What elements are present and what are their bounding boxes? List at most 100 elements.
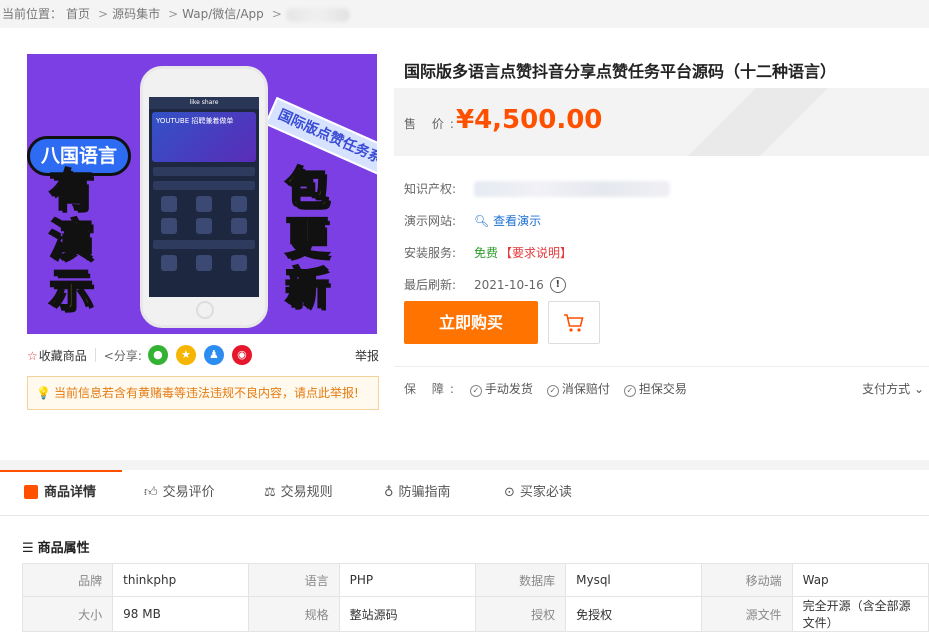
properties-table: 品牌 thinkphp 语言 PHP 数据库 Mysql 移动端 Wap 大小 … (21, 563, 929, 632)
prop-value: Wap (791, 563, 929, 597)
refresh-date: 2021-10-16 (474, 278, 544, 292)
wechat-icon[interactable]: ● (147, 345, 168, 365)
app-icons (152, 218, 256, 234)
attr-ip: 知识产权: (404, 173, 670, 205)
attr-demo-label: 演示网站: (404, 214, 457, 228)
prop-key: 大小 (21, 596, 114, 632)
promo-text-left: 有演示 (48, 165, 94, 317)
attr-demo: 演示网站: 🔍︎ 查看演示 (404, 205, 670, 237)
price-label: 售 价: (404, 117, 460, 131)
attr-ip-label: 知识产权: (404, 182, 457, 196)
attr-install-label: 安装服务: (404, 246, 457, 260)
chevron-down-icon: ⌄ (913, 382, 924, 396)
add-to-cart-button[interactable] (548, 301, 600, 344)
divider (394, 366, 929, 367)
buy-now-button[interactable]: 立即购买 (404, 301, 538, 344)
tab-rules[interactable]: ⚖ 交易规则 (264, 470, 333, 516)
tab-buyer-notice[interactable]: ⊙ 买家必读 (504, 470, 572, 516)
prop-value: PHP (338, 563, 476, 597)
lightbulb-icon: 💡 (36, 386, 51, 400)
prop-value: 98 MB (112, 596, 250, 632)
list-search-icon: ☰ (22, 541, 34, 556)
share-icon: < (103, 348, 114, 363)
breadcrumb-category[interactable]: 源码集市 (112, 7, 160, 21)
breadcrumb-separator: > (168, 7, 179, 21)
properties-title: ☰ 商品属性 (22, 541, 90, 556)
app-icons (152, 196, 256, 212)
breadcrumb: 当前位置： 首页 > 源码集市 > Wap/微信/App > (0, 0, 929, 28)
price-value: ¥4,500.00 (456, 105, 603, 135)
breadcrumb-current-blurred (285, 7, 350, 22)
prop-value: 完全开源（含全部源文件） (791, 596, 929, 632)
breadcrumb-separator: > (271, 7, 282, 21)
thumbs-up-icon: 👍︎ (144, 485, 158, 500)
app-banner: YOUTUBE 招聘兼着做单 (152, 112, 256, 162)
attr-ip-blurred (474, 181, 670, 197)
prop-key: 源文件 (701, 596, 793, 632)
table-row: 大小 98 MB 规格 整站源码 授权 免授权 源文件 完全开源（含全部源文件） (21, 596, 929, 632)
detail-tabs: 商品详情 👍︎ 交易评价 ⚖ 交易规则 ♁ 防骗指南 ⊙ 买家必读 (0, 470, 929, 516)
guarantee-item: ✓ 手动发货 (469, 380, 533, 397)
favorite-label: 收藏商品 (38, 348, 87, 363)
info-icon[interactable]: ! (549, 277, 566, 293)
breadcrumb-prefix: 当前位置： (2, 7, 63, 21)
guarantee-item: ✓ 担保交易 (623, 380, 687, 397)
prop-key: 数据库 (474, 563, 567, 597)
qzone-star-icon[interactable]: ★ (175, 345, 196, 365)
demo-link[interactable]: 🔍︎ 查看演示 (474, 212, 541, 230)
report-link[interactable]: 举报 (355, 347, 379, 364)
product-attributes: 知识产权: 演示网站: 🔍︎ 查看演示 安装服务: 免费 【要求说明】 最后刷新… (404, 173, 670, 301)
prop-key: 移动端 (701, 563, 793, 597)
guarantee-bar: 保 障: ✓ 手动发货 ✓ 消保赔付 ✓ 担保交易 支付方式 ⌄ (404, 380, 924, 397)
check-icon: ✓ (623, 385, 636, 397)
details-icon (24, 484, 38, 499)
attr-refresh: 最后刷新: 2021-10-16 ! (404, 269, 670, 301)
prop-key: 语言 (248, 563, 340, 597)
app-header: like share (149, 97, 259, 109)
product-properties: ☰ 商品属性 品牌 thinkphp 语言 PHP 数据库 Mysql 移动端 W… (0, 516, 929, 636)
share-bar: ☆收藏商品 <分享: ● ★ ♟ ◉ 举报 (27, 344, 379, 366)
breadcrumb-separator: > (98, 7, 109, 21)
tab-details[interactable]: 商品详情 (24, 470, 96, 516)
content-warning[interactable]: 💡 当前信息若含有黄赌毒等违法违规不良内容，请点此举报! (27, 376, 379, 410)
phone-screen: like share YOUTUBE 招聘兼着做单 (149, 97, 259, 297)
install-note-link[interactable]: 【要求说明】 (500, 244, 572, 262)
favorite-button[interactable]: ☆收藏商品 (27, 347, 87, 364)
lightbulb-icon: ♁ (384, 485, 394, 500)
warning-text: 当前信息若含有黄赌毒等违法违规不良内容，请点此举报! (53, 386, 359, 400)
prop-value: 整站源码 (338, 596, 476, 632)
app-row (153, 240, 255, 249)
breadcrumb-home[interactable]: 首页 (66, 7, 90, 21)
prop-key: 规格 (248, 596, 340, 632)
breadcrumb-subcategory[interactable]: Wap/微信/App (182, 7, 264, 21)
prop-value: thinkphp (112, 563, 250, 597)
promo-text-right: 包更新 (284, 163, 330, 315)
product-title: 国际版多语言点赞抖音分享点赞任务平台源码（十二种语言） (404, 62, 837, 81)
phone-home-button (196, 301, 214, 319)
star-icon: ☆ (27, 348, 38, 363)
prop-key: 授权 (474, 596, 567, 632)
product-image[interactable]: 八国语言 有演示 国际版点赞任务系 like share YOUTUBE 招聘兼… (27, 54, 377, 334)
guarantee-label: 保 障: (404, 382, 460, 396)
prop-value: Mysql (565, 563, 703, 597)
tab-reviews[interactable]: 👍︎ 交易评价 (144, 470, 215, 516)
tab-anti-fraud[interactable]: ♁ 防骗指南 (384, 470, 451, 516)
price-box: 售 价: ¥4,500.00 (394, 88, 929, 156)
guarantee-item: ✓ 消保赔付 (546, 380, 610, 397)
prop-key: 品牌 (21, 563, 114, 597)
circle-icon: ⊙ (504, 485, 515, 500)
app-row (153, 181, 255, 190)
weibo-icon[interactable]: ◉ (231, 345, 252, 365)
active-tab-indicator (0, 470, 122, 472)
phone-mockup: like share YOUTUBE 招聘兼着做单 (140, 66, 268, 328)
scale-icon: ⚖ (264, 485, 276, 500)
app-row (153, 167, 255, 176)
qq-icon[interactable]: ♟ (203, 345, 224, 365)
attr-install: 安装服务: 免费 【要求说明】 (404, 237, 670, 269)
check-icon: ✓ (469, 385, 482, 397)
table-row: 品牌 thinkphp 语言 PHP 数据库 Mysql 移动端 Wap (21, 563, 929, 597)
cart-icon (564, 313, 584, 332)
check-icon: ✓ (546, 385, 559, 397)
payment-methods-dropdown[interactable]: 支付方式 ⌄ (862, 380, 924, 397)
divider (94, 348, 96, 362)
